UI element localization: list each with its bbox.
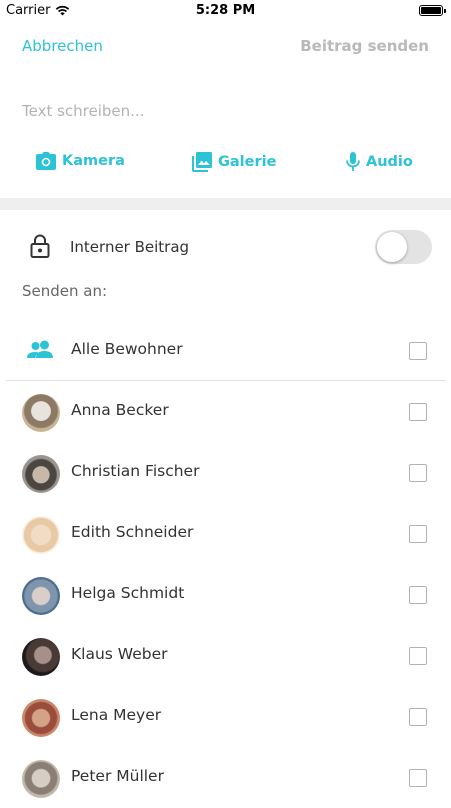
recipient-checkbox[interactable] [409,525,427,543]
recipient-row[interactable]: Edith Schneider [0,504,451,564]
gallery-icon [192,152,212,172]
avatar [22,699,60,737]
recipient-name: Christian Fischer [71,462,200,480]
recipient-checkbox[interactable] [409,647,427,665]
recipient-row[interactable]: Christian Fischer [0,443,451,503]
recipient-row[interactable]: Klaus Weber [0,626,451,686]
internal-post-row: Interner Beitrag [0,226,451,268]
gallery-label: Galerie [218,154,277,170]
internal-post-label: Interner Beitrag [70,238,190,256]
media-toolbar: Kamera Galerie Audio [0,152,451,178]
recipient-name: Klaus Weber [71,645,168,663]
recipient-checkbox[interactable] [409,769,427,787]
recipient-row[interactable]: Lena Meyer [0,687,451,747]
compose-text-input[interactable] [22,100,422,122]
lock-icon [30,234,50,258]
status-bar: Carrier 5:28 PM [0,0,451,22]
battery-icon [419,5,446,16]
recipient-checkbox[interactable] [409,464,427,482]
avatar [22,760,60,798]
camera-icon [36,152,56,170]
recipient-checkbox[interactable] [409,586,427,604]
audio-button[interactable]: Audio [346,152,413,172]
recipient-row[interactable]: Helga Schmidt [0,565,451,625]
internal-post-toggle[interactable] [375,230,432,264]
avatar [22,394,60,432]
avatar [22,577,60,615]
toggle-knob [377,232,407,262]
section-divider [0,198,451,210]
avatar [22,638,60,676]
avatar [22,516,60,554]
camera-button[interactable]: Kamera [36,152,125,170]
send-post-button[interactable]: Beitrag senden [300,37,429,55]
send-to-heading: Senden an: [22,282,108,300]
avatar [22,455,60,493]
all-residents-row[interactable]: Alle Bewohner [0,321,451,381]
recipient-checkbox[interactable] [409,708,427,726]
recipient-name: Anna Becker [71,401,169,419]
recipient-name: Peter Müller [71,767,164,785]
recipient-name: Edith Schneider [71,523,194,541]
recipient-row[interactable]: Peter Müller [0,748,451,808]
group-icon [27,340,53,358]
recipient-name: Lena Meyer [71,706,162,724]
recipient-row[interactable]: Anna Becker [0,382,451,442]
nav-header: Abbrechen Beitrag senden [0,32,451,62]
all-residents-checkbox[interactable] [409,342,427,360]
audio-label: Audio [366,154,413,170]
all-residents-label: Alle Bewohner [71,340,183,358]
list-divider [6,380,446,381]
camera-label: Kamera [62,153,125,169]
microphone-icon [346,152,360,171]
cancel-button[interactable]: Abbrechen [22,37,103,55]
recipient-checkbox[interactable] [409,403,427,421]
status-time: 5:28 PM [195,3,256,18]
recipient-name: Helga Schmidt [71,584,185,602]
gallery-button[interactable]: Galerie [192,152,276,172]
